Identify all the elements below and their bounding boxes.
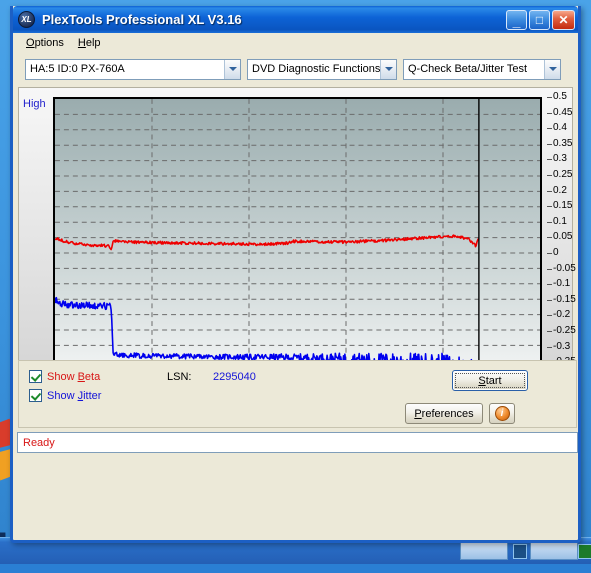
toolbar: HA:5 ID:0 PX-760A DVD Diagnostic Functio… — [13, 53, 578, 85]
y-tick-label: -0.05 — [553, 262, 576, 274]
taskbar-tray-icon-2[interactable] — [578, 544, 591, 559]
drive-select[interactable]: HA:5 ID:0 PX-760A — [25, 58, 241, 80]
y-tick-mark — [547, 159, 552, 161]
application-window: XL PlexTools Professional XL V3.16 _ □ ✕… — [10, 6, 581, 543]
y-tick-label: -0.25 — [553, 325, 576, 336]
test-select-value: Q-Check Beta/Jitter Test — [408, 63, 528, 75]
lsn-value: 2295040 — [213, 371, 256, 383]
y-tick-label: -0.1 — [553, 278, 571, 290]
y-tick-label: 0.1 — [553, 215, 567, 227]
y-tick-mark — [547, 128, 552, 130]
y-tick-mark — [547, 143, 552, 145]
show-beta-label: Show Beta — [47, 370, 101, 383]
menu-item-options-label: ptions — [34, 36, 64, 49]
y-tick-mark — [547, 175, 552, 176]
y-tick-mark — [547, 315, 552, 317]
y-tick-mark — [547, 253, 552, 254]
minimize-icon: _ — [512, 12, 521, 29]
y-tick-label: 0.3 — [553, 153, 567, 165]
y-tick-label: 0.45 — [553, 106, 573, 118]
show-jitter-row[interactable]: Show Jitter — [29, 389, 101, 402]
function-select[interactable]: DVD Diagnostic Functions — [247, 58, 397, 80]
y-tick-label: 0.05 — [553, 231, 573, 243]
show-beta-row[interactable]: Show Beta — [29, 370, 100, 383]
minimize-button[interactable]: _ — [506, 9, 527, 30]
y-tick-mark — [547, 268, 552, 270]
show-beta-checkbox[interactable] — [29, 370, 42, 383]
y-tick-label: -0.3 — [553, 340, 571, 352]
y-tick-mark — [547, 331, 552, 332]
show-jitter-checkbox[interactable] — [29, 389, 42, 402]
drive-select-value: HA:5 ID:0 PX-760A — [30, 63, 125, 75]
y-tick-mark — [547, 97, 552, 98]
menu-item-help-label: elp — [85, 36, 101, 49]
y-axis-high-label: High — [23, 98, 46, 110]
status-text: Ready — [23, 436, 55, 449]
y-tick-label: -0.15 — [553, 293, 576, 305]
controls-panel: Show Beta Show Jitter LSN: 2295040 Start… — [18, 360, 577, 428]
y-tick-mark — [547, 299, 552, 301]
y-tick-mark — [547, 284, 552, 286]
info-icon: i — [494, 406, 510, 421]
y-tick-mark — [547, 206, 552, 208]
y-tick-mark — [547, 221, 552, 223]
y-tick-mark — [547, 346, 552, 348]
chevron-down-icon[interactable] — [544, 59, 560, 79]
y-tick-label: 0.2 — [553, 184, 567, 196]
y-tick-label: 0.5 — [553, 91, 567, 102]
y-tick-mark — [547, 190, 552, 192]
show-jitter-label: Show Jitter — [47, 389, 102, 402]
y-tick-mark — [547, 112, 552, 114]
close-icon: ✕ — [558, 12, 569, 27]
y-tick-label: 0 — [553, 247, 559, 258]
y-tick-label: -0.2 — [553, 309, 571, 321]
maximize-icon: □ — [535, 12, 544, 27]
menu-item-options[interactable]: Options — [19, 35, 71, 51]
menu-item-help[interactable]: Help — [71, 35, 108, 51]
close-button[interactable]: ✕ — [552, 9, 575, 30]
focus-outline — [455, 373, 525, 388]
test-select[interactable]: Q-Check Beta/Jitter Test — [403, 58, 561, 80]
taskbar-button-1[interactable] — [460, 541, 508, 560]
title-bar[interactable]: XL PlexTools Professional XL V3.16 _ □ ✕ — [13, 6, 578, 33]
preferences-button-label: Preferences — [414, 407, 474, 420]
xl-logo-icon: XL — [18, 11, 35, 28]
start-button[interactable]: Start — [452, 370, 528, 391]
maximize-button[interactable]: □ — [529, 9, 550, 30]
status-bar: Ready — [17, 432, 578, 453]
preferences-button[interactable]: Preferences — [405, 403, 483, 424]
chevron-down-icon[interactable] — [224, 59, 240, 79]
taskbar-tray-icon-1[interactable] — [513, 544, 527, 559]
menu-bar: Options Help — [13, 33, 578, 53]
chevron-down-icon[interactable] — [380, 59, 396, 79]
y-tick-mark — [547, 237, 552, 239]
lsn-label: LSN: — [167, 371, 192, 383]
y-tick-label: 0.35 — [553, 137, 573, 149]
function-select-value: DVD Diagnostic Functions — [252, 63, 380, 75]
info-button[interactable]: i — [489, 403, 515, 424]
window-title: PlexTools Professional XL V3.16 — [42, 12, 242, 27]
y-tick-label: 0.15 — [553, 200, 573, 212]
y-tick-label: 0.4 — [553, 122, 567, 134]
taskbar-button-2[interactable] — [530, 541, 578, 560]
caption-buttons: _ □ ✕ — [506, 9, 575, 30]
y-tick-label: 0.25 — [553, 169, 573, 180]
